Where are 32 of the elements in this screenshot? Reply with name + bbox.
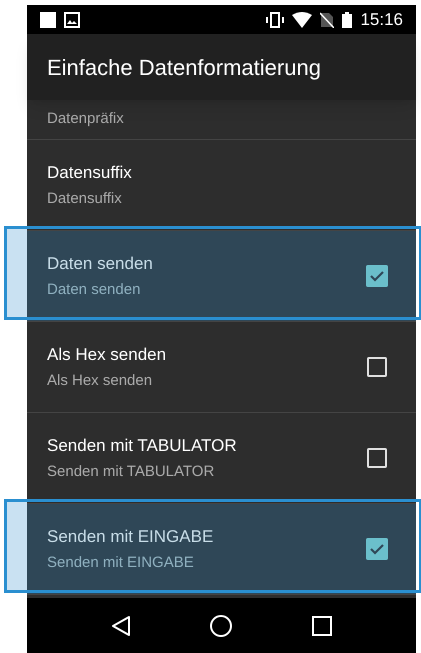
preference-row[interactable]: Als Hex senden Als Hex senden [27, 322, 416, 413]
preference-summary: Daten senden [47, 280, 142, 300]
no-sim-icon [320, 12, 334, 28]
toolbar-title: Einfache Datenformatierung [47, 54, 321, 82]
preference-summary: Senden mit EINGABE [47, 553, 195, 573]
recents-icon[interactable] [312, 616, 332, 636]
check-icon [369, 541, 385, 557]
preference-title: Senden mit TABULATOR [47, 434, 238, 456]
home-icon[interactable] [209, 614, 234, 638]
preference-summary: Datensuffix [47, 189, 123, 209]
checkbox[interactable] [367, 357, 387, 377]
preference-row[interactable]: Senden mit EINGABE Senden mit EINGABE [27, 504, 416, 595]
notification-icon [40, 12, 56, 28]
clock: 15:16 [360, 8, 403, 31]
preference-title: Datensuffix [47, 162, 133, 184]
preference-title: Senden mit EINGABE [47, 526, 214, 548]
image-icon [64, 12, 80, 28]
back-icon[interactable] [111, 614, 132, 636]
vibrate-icon [266, 12, 284, 28]
battery-icon [342, 12, 352, 28]
preference-row[interactable]: Datenpräfix [27, 100, 416, 140]
preference-row[interactable]: Daten senden Daten senden [27, 231, 416, 322]
checkbox[interactable] [366, 265, 388, 287]
wifi-icon [292, 12, 312, 28]
preference-summary: Als Hex senden [47, 371, 154, 391]
checkbox[interactable] [366, 538, 388, 560]
preference-summary: Senden mit TABULATOR [47, 462, 216, 482]
preference-title: Daten senden [47, 252, 154, 274]
preference-summary: Datenpräfix [47, 109, 125, 130]
checkbox[interactable] [367, 448, 387, 468]
preference-title: Als Hex senden [47, 344, 168, 366]
check-icon [369, 268, 385, 284]
